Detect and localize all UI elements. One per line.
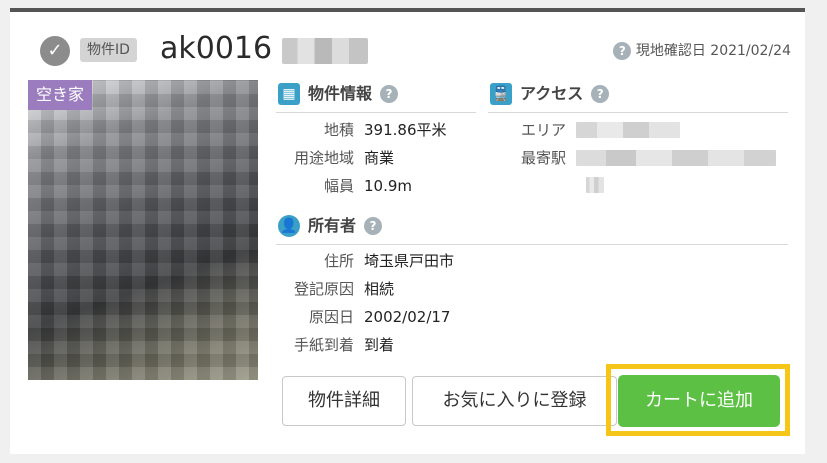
owner-row-cause: 登記原因 相続 xyxy=(293,280,395,298)
station-redacted-cont xyxy=(586,177,604,193)
access-row-station: 最寄駅 xyxy=(488,147,776,169)
access-heading: 🚆 アクセス ? xyxy=(490,82,610,106)
divider xyxy=(488,112,788,113)
property-id-tag: 物件ID xyxy=(80,38,137,62)
table-grid-icon: ▦ xyxy=(278,83,300,105)
property-detail-button[interactable]: 物件詳細 xyxy=(282,376,406,426)
property-id-redacted xyxy=(282,38,368,64)
station-redacted xyxy=(576,150,776,166)
vacant-badge: 空き家 xyxy=(28,80,93,110)
property-photo[interactable]: 空き家 xyxy=(28,80,258,380)
owner-heading: 👤 所有者 ? xyxy=(278,214,383,238)
owner-title: 所有者 xyxy=(308,216,357,235)
info-row-width: 幅員 10.9m xyxy=(323,177,413,195)
question-circle-icon[interactable]: ? xyxy=(364,217,383,235)
add-favorite-button[interactable]: お気に入りに登録 xyxy=(412,376,617,426)
area-redacted xyxy=(576,122,680,138)
property-id: ak0016 xyxy=(160,31,273,66)
owner-row-cause-date: 原因日 2002/02/17 xyxy=(308,308,451,326)
info-row-zoning: 用途地域 商業 xyxy=(293,149,395,167)
owner-row-letter: 手紙到着 到着 xyxy=(293,336,395,354)
train-icon: 🚆 xyxy=(490,83,512,105)
property-info-heading: ▦ 物件情報 ? xyxy=(278,82,399,106)
question-circle-icon[interactable]: ? xyxy=(591,85,610,103)
access-row-area: エリア xyxy=(488,119,680,141)
access-title: アクセス xyxy=(520,84,584,103)
info-row-area: 地積 391.86平米 xyxy=(323,121,447,139)
user-circle-icon: 👤 xyxy=(278,215,300,237)
question-circle-icon[interactable]: ? xyxy=(380,85,399,103)
divider xyxy=(276,244,788,245)
property-info-title: 物件情報 xyxy=(308,84,373,103)
add-to-cart-button[interactable]: カートに追加 xyxy=(618,375,780,427)
confirm-date: ? 現地確認日 2021/02/24 xyxy=(613,40,791,60)
check-circle-icon: ✓ xyxy=(40,36,70,66)
question-circle-icon[interactable]: ? xyxy=(613,42,632,60)
confirm-date-text: 現地確認日 2021/02/24 xyxy=(635,43,791,59)
divider xyxy=(276,112,476,113)
owner-row-address: 住所 埼玉県戸田市 xyxy=(323,252,455,270)
